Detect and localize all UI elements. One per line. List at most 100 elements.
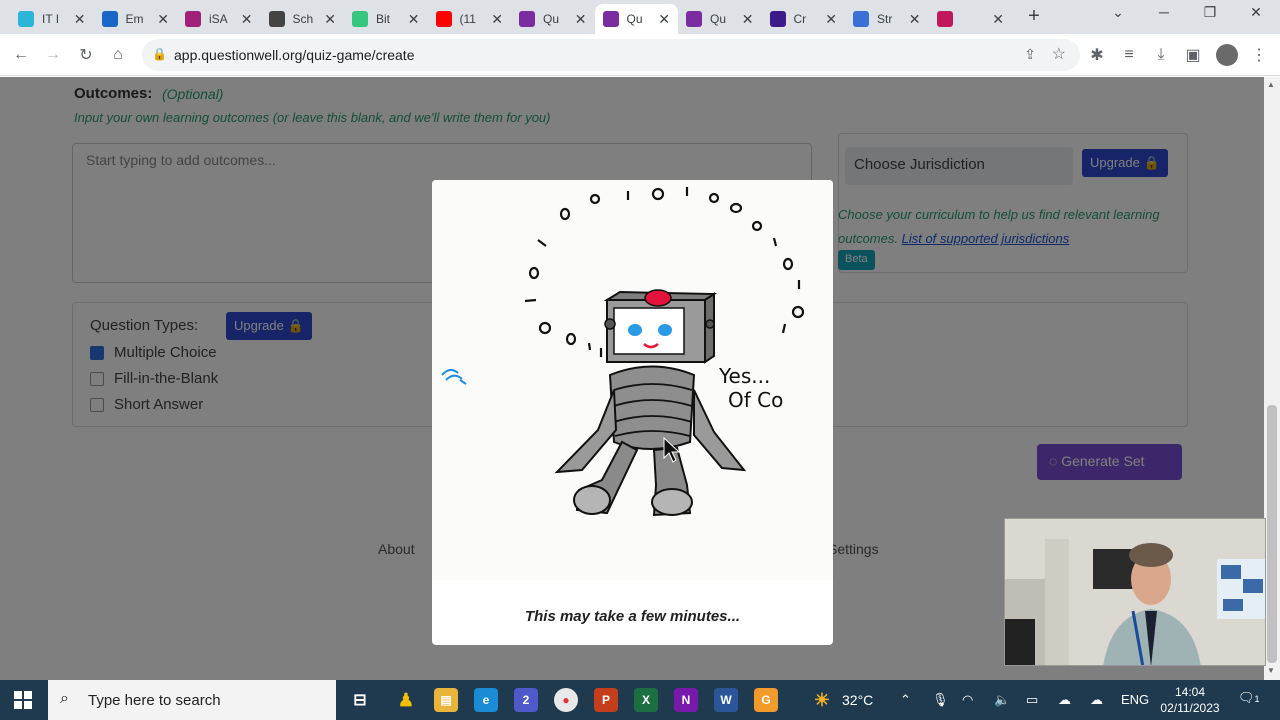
scroll-up-arrow[interactable]: ▲: [1267, 80, 1275, 89]
lock-icon[interactable]: 🔒: [152, 47, 167, 61]
tab-favicon-icon: [769, 11, 786, 27]
tab-close-icon[interactable]: ✕: [992, 11, 1004, 28]
menu-kebab-icon[interactable]: ⋮: [1248, 44, 1270, 66]
task-view-icon[interactable]: ⊟: [348, 688, 372, 712]
tab-close-icon[interactable]: ✕: [575, 11, 587, 28]
cloud-sync-icon[interactable]: ☁: [1090, 692, 1103, 708]
browser-tab[interactable]: Qu ✕: [594, 4, 678, 34]
tab-favicon-icon: [602, 11, 619, 27]
browser-tab[interactable]: Qu ✕: [511, 4, 595, 34]
restore-button[interactable]: ❐: [1200, 4, 1220, 21]
tab-search-icon[interactable]: ⌄: [1108, 4, 1128, 21]
tab-title: iSA: [209, 12, 228, 26]
file-explorer-icon[interactable]: ▤: [434, 688, 458, 712]
taskbar-search-box[interactable]: ⌕ Type here to search: [48, 680, 336, 720]
weather-temperature[interactable]: 32°C: [842, 692, 873, 708]
tab-favicon-icon: [853, 11, 869, 27]
side-panel-icon[interactable]: ▣: [1182, 44, 1204, 66]
minimize-button[interactable]: ─: [1154, 4, 1174, 20]
tab-title: Cr: [793, 12, 807, 26]
tab-title: Em: [125, 12, 144, 26]
tab-title: Str: [877, 12, 893, 26]
tab-favicon-icon: [936, 11, 953, 27]
onedrive-icon[interactable]: ☁: [1058, 692, 1071, 708]
tab-favicon-icon: [185, 11, 201, 27]
chrome-icon[interactable]: ●: [554, 688, 578, 712]
tab-close-icon[interactable]: ✕: [157, 11, 169, 28]
battery-icon[interactable]: ▭: [1026, 692, 1038, 708]
browser-tab[interactable]: Qu ✕: [678, 4, 762, 34]
browser-tab[interactable]: Sch ✕: [261, 4, 345, 34]
tray-chevron-icon[interactable]: ⌃: [900, 692, 911, 708]
tab-close-icon[interactable]: ✕: [742, 11, 754, 28]
tab-close-icon[interactable]: ✕: [909, 11, 921, 28]
profile-avatar[interactable]: [1216, 44, 1238, 66]
windows-taskbar: ⌕ Type here to search ⊟ ♟ ▤ e 2 ● P X N …: [0, 680, 1280, 720]
robot-head: [603, 289, 718, 364]
robot-illustration: Yes... Of Co: [432, 180, 833, 580]
action-center-icon[interactable]: 🗨1: [1238, 690, 1260, 706]
tab-close-icon[interactable]: ✕: [825, 11, 837, 28]
browser-tab[interactable]: iSA ✕: [177, 4, 261, 34]
language-indicator[interactable]: ENG: [1121, 692, 1149, 707]
teams-icon[interactable]: 2: [514, 688, 538, 712]
browser-tab[interactable]: (11 ✕: [428, 4, 512, 34]
edge-icon[interactable]: e: [474, 688, 498, 712]
address-bar[interactable]: 🔒 app.questionwell.org/quiz-game/create …: [142, 39, 1080, 71]
extensions-icon[interactable]: ✱: [1086, 44, 1108, 66]
forward-icon[interactable]: →: [42, 44, 64, 66]
weather-icon[interactable]: ☀: [810, 688, 834, 712]
scroll-down-arrow[interactable]: ▼: [1267, 666, 1275, 675]
robot-drawing: Yes... Of Co: [441, 187, 805, 517]
robot-body: [554, 365, 747, 517]
clock-date: 02/11/2023: [1160, 701, 1220, 715]
back-icon[interactable]: ←: [10, 44, 32, 66]
reading-list-icon[interactable]: ≡: [1118, 44, 1140, 66]
wifi-icon[interactable]: ◠: [962, 692, 973, 708]
tab-close-icon[interactable]: ✕: [658, 11, 670, 28]
tab-close-icon[interactable]: ✕: [324, 11, 336, 28]
tab-favicon-icon: [519, 11, 535, 27]
tab-close-icon[interactable]: ✕: [491, 11, 503, 28]
tab-title: Qu: [626, 12, 643, 26]
snagit-icon[interactable]: G: [754, 688, 778, 712]
robot-speech-line2: Of Co: [728, 388, 783, 412]
tab-title: (11: [459, 12, 476, 26]
loading-message: This may take a few minutes...: [524, 608, 741, 625]
home-icon[interactable]: ⌂: [107, 44, 129, 66]
onenote-icon[interactable]: N: [674, 688, 698, 712]
url-text[interactable]: app.questionwell.org/quiz-game/create: [174, 47, 414, 63]
tab-title: Qu: [710, 12, 727, 26]
browser-tab[interactable]: ✕: [929, 4, 1013, 34]
browser-tab[interactable]: Cr ✕: [762, 4, 846, 34]
browser-tab[interactable]: Str ✕: [845, 4, 929, 34]
excel-icon[interactable]: X: [634, 688, 658, 712]
download-icon[interactable]: ⤓: [1150, 44, 1172, 66]
notification-bell-app-icon[interactable]: ♟: [394, 688, 418, 712]
bookmark-star-icon[interactable]: ☆: [1052, 44, 1066, 64]
browser-tab[interactable]: IT I ✕: [10, 4, 94, 34]
powerpoint-icon[interactable]: P: [594, 688, 618, 712]
word-icon[interactable]: W: [714, 688, 738, 712]
scrollbar-thumb[interactable]: [1267, 405, 1277, 663]
tab-favicon-icon: [268, 11, 285, 27]
volume-icon[interactable]: 🔈: [994, 692, 1010, 708]
microphone-icon[interactable]: 🎙: [932, 692, 949, 708]
tab-close-icon[interactable]: ✕: [74, 11, 86, 28]
windows-start-icon[interactable]: [14, 691, 32, 709]
browser-tab[interactable]: Bit ✕: [344, 4, 428, 34]
search-icon: ⌕: [60, 690, 69, 707]
teams-badge: 2: [522, 693, 530, 707]
search-placeholder: Type here to search: [88, 692, 221, 709]
close-window-button[interactable]: ✕: [1246, 4, 1266, 21]
tab-close-icon[interactable]: ✕: [408, 11, 420, 28]
browser-tab[interactable]: Em ✕: [94, 4, 178, 34]
share-icon[interactable]: ⇪: [1024, 46, 1036, 63]
tab-favicon-icon: [101, 11, 118, 27]
new-tab-button[interactable]: +: [1023, 5, 1045, 27]
system-clock[interactable]: 14:04 02/11/2023: [1158, 684, 1222, 716]
reload-icon[interactable]: ↻: [75, 44, 97, 66]
robot-speech-line1: Yes...: [718, 364, 770, 388]
tab-favicon-icon: [18, 11, 34, 27]
tab-close-icon[interactable]: ✕: [241, 11, 253, 28]
